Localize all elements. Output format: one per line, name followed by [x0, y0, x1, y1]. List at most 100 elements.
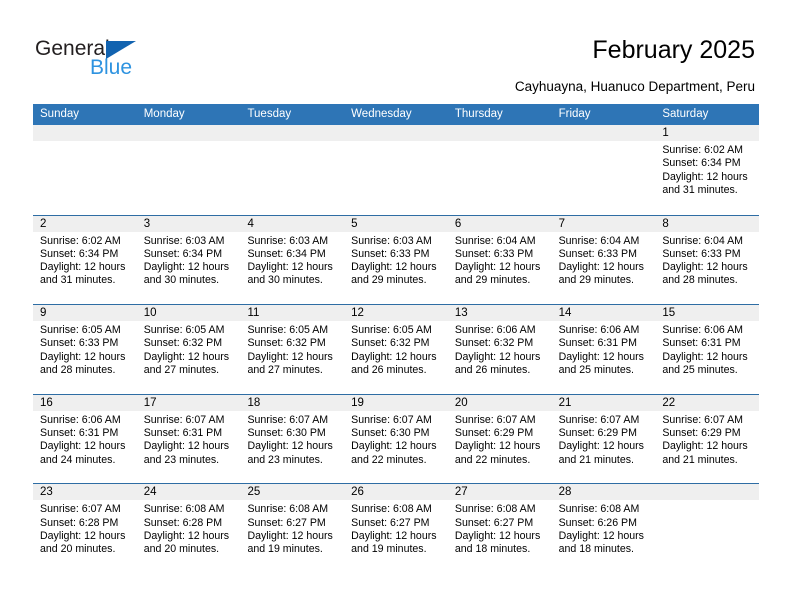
calendar-day-cell[interactable]: 8 Sunrise: 6:04 AM Sunset: 6:33 PM Daylight… [655, 215, 760, 305]
weekday-thursday: Thursday [454, 108, 503, 120]
calendar-day-cell-empty [344, 125, 448, 215]
calendar-day-cell[interactable]: 17 Sunrise: 6:07 AM Sunset: 6:31 PM Dayligh… [136, 394, 241, 484]
weekday-wednesday: Wednesday [351, 108, 412, 120]
sunset-text: Sunset: 6:34 PM [40, 247, 119, 260]
sunrise-text: Sunrise: 6:06 AM [40, 413, 121, 426]
calendar-day-cell[interactable]: 13 Sunrise: 6:06 AM Sunset: 6:32 PM Dayligh… [447, 305, 552, 394]
day-number-band: 25 [240, 484, 345, 501]
calendar-day-cell-empty [655, 484, 760, 573]
sunrise-text: Sunrise: 6:03 AM [351, 234, 432, 247]
sunset-text: Sunset: 6:31 PM [143, 427, 223, 440]
day-sun-info: Sunrise: 6:07 AM Sunset: 6:29 PM Daylight:… [655, 411, 759, 467]
day-number: 8 [662, 217, 669, 230]
day-sun-info: Sunrise: 6:05 AM Sunset: 6:33 PM Daylight:… [33, 321, 137, 377]
sunset-text: Sunset: 6:34 PM [247, 247, 326, 260]
day-number-band [551, 125, 656, 141]
day-sun-info: Sunrise: 6:06 AM Sunset: 6:31 PM Daylight:… [33, 411, 137, 467]
sunset-text: Sunset: 6:27 PM [454, 516, 534, 529]
day-number: 23 [40, 486, 53, 499]
calendar-day-cell[interactable]: 24 Sunrise: 6:08 AM Sunset: 6:28 PM Dayligh… [136, 484, 241, 573]
day-number-band: 18 [240, 394, 345, 411]
sunrise-text: Sunrise: 6:02 AM [40, 234, 121, 247]
calendar-day-cell[interactable]: 15 Sunrise: 6:06 AM Sunset: 6:31 PM Dayligh… [655, 305, 760, 394]
sunrise-text: Sunrise: 6:08 AM [351, 503, 432, 516]
calendar-day-cell[interactable]: 16 Sunrise: 6:06 AM Sunset: 6:31 PM Dayligh… [33, 394, 137, 484]
day-number-band: 12 [344, 305, 448, 322]
day-number: 11 [247, 307, 260, 320]
calendar-day-cell[interactable]: 5 Sunrise: 6:03 AM Sunset: 6:33 PM Daylight… [344, 215, 448, 305]
day-sun-info: Sunrise: 6:06 AM Sunset: 6:31 PM Daylight:… [552, 321, 656, 377]
sunset-text: Sunset: 6:33 PM [40, 337, 119, 350]
page-subtitle-location: Cayhuayna, Huanuco Department, Peru [514, 79, 755, 94]
day-number: 21 [558, 396, 572, 409]
sunset-text: Sunset: 6:28 PM [40, 516, 119, 529]
day-number: 18 [247, 396, 261, 409]
calendar-day-cell[interactable]: 10 Sunrise: 6:05 AM Sunset: 6:32 PM Dayligh… [136, 305, 241, 394]
weekday-tuesday: Tuesday [247, 108, 292, 120]
daylight-text: Daylight: 12 hours and 22 minutes. [351, 440, 437, 466]
day-number: 16 [40, 396, 53, 409]
sunset-text: Sunset: 6:29 PM [454, 427, 534, 440]
day-sun-info: Sunrise: 6:04 AM Sunset: 6:33 PM Daylight:… [448, 232, 552, 288]
day-number: 27 [454, 486, 468, 499]
calendar-day-cell-empty [551, 125, 656, 215]
weekday-sunday: Sunday [40, 108, 80, 120]
calendar-week-row: 23 Sunrise: 6:07 AM Sunset: 6:28 PM Dayligh… [33, 483, 760, 573]
calendar-day-cell[interactable]: 26 Sunrise: 6:08 AM Sunset: 6:27 PM Dayligh… [344, 484, 448, 573]
calendar-day-cell[interactable]: 21 Sunrise: 6:07 AM Sunset: 6:29 PM Dayligh… [551, 394, 656, 484]
day-number-band: 20 [447, 394, 552, 411]
daylight-text: Daylight: 12 hours and 24 minutes. [40, 440, 126, 466]
daylight-text: Daylight: 12 hours and 19 minutes. [247, 529, 333, 556]
day-number: 15 [662, 307, 676, 320]
day-number: 9 [40, 307, 47, 320]
calendar-day-cell[interactable]: 6 Sunrise: 6:04 AM Sunset: 6:33 PM Daylight… [447, 215, 552, 305]
sunrise-text: Sunrise: 6:03 AM [143, 234, 225, 247]
sunset-text: Sunset: 6:33 PM [351, 247, 430, 260]
day-number: 3 [143, 217, 151, 230]
calendar-day-cell[interactable]: 27 Sunrise: 6:08 AM Sunset: 6:27 PM Dayligh… [447, 484, 552, 573]
day-number: 24 [143, 486, 157, 499]
sunrise-text: Sunrise: 6:03 AM [247, 234, 329, 247]
calendar-day-cell[interactable]: 19 Sunrise: 6:07 AM Sunset: 6:30 PM Dayligh… [344, 394, 448, 484]
sunset-text: Sunset: 6:31 PM [40, 427, 119, 440]
calendar-day-cell[interactable]: 22 Sunrise: 6:07 AM Sunset: 6:29 PM Dayligh… [655, 394, 760, 484]
calendar-day-cell[interactable]: 2 Sunrise: 6:02 AM Sunset: 6:34 PM Daylight… [33, 215, 137, 305]
day-number-band: 16 [33, 394, 137, 411]
calendar-day-cell[interactable]: 23 Sunrise: 6:07 AM Sunset: 6:28 PM Dayligh… [33, 484, 137, 573]
calendar-day-cell[interactable]: 20 Sunrise: 6:07 AM Sunset: 6:29 PM Dayligh… [447, 394, 552, 484]
day-number-band: 17 [136, 394, 241, 411]
calendar-day-cell[interactable]: 14 Sunrise: 6:06 AM Sunset: 6:31 PM Dayligh… [551, 305, 656, 394]
sunset-text: Sunset: 6:33 PM [454, 247, 534, 260]
sunrise-text: Sunrise: 6:08 AM [247, 503, 329, 516]
daylight-text: Daylight: 12 hours and 27 minutes. [143, 350, 230, 377]
sunset-text: Sunset: 6:27 PM [351, 516, 430, 529]
daylight-text: Daylight: 12 hours and 25 minutes. [662, 350, 748, 377]
day-sun-info: Sunrise: 6:07 AM Sunset: 6:30 PM Daylight:… [240, 411, 344, 467]
sunset-text: Sunset: 6:26 PM [558, 516, 637, 529]
daylight-text: Daylight: 12 hours and 31 minutes. [662, 170, 748, 196]
sunrise-text: Sunrise: 6:06 AM [558, 324, 640, 337]
calendar-day-cell[interactable]: 1 Sunrise: 6:02 AM Sunset: 6:34 PM Daylight… [655, 125, 760, 215]
daylight-text: Daylight: 12 hours and 23 minutes. [143, 440, 230, 466]
day-sun-info: Sunrise: 6:06 AM Sunset: 6:32 PM Daylight:… [448, 321, 552, 377]
calendar-day-cell[interactable]: 7 Sunrise: 6:04 AM Sunset: 6:33 PM Daylight… [551, 215, 656, 305]
weekday-monday: Monday [143, 108, 185, 120]
day-number: 20 [454, 396, 468, 409]
sunrise-text: Sunrise: 6:04 AM [558, 234, 640, 247]
calendar-day-cell[interactable]: 28 Sunrise: 6:08 AM Sunset: 6:26 PM Dayligh… [551, 484, 656, 573]
day-number-band: 4 [240, 215, 345, 232]
sunrise-text: Sunrise: 6:08 AM [143, 503, 225, 516]
calendar-day-cell[interactable]: 4 Sunrise: 6:03 AM Sunset: 6:34 PM Daylight… [240, 215, 345, 305]
day-number: 19 [351, 396, 364, 409]
calendar-day-cell[interactable]: 9 Sunrise: 6:05 AM Sunset: 6:33 PM Daylight… [33, 305, 137, 394]
daylight-text: Daylight: 12 hours and 28 minutes. [40, 350, 126, 377]
day-sun-info: Sunrise: 6:04 AM Sunset: 6:33 PM Daylight:… [655, 232, 759, 288]
calendar-day-cell[interactable]: 3 Sunrise: 6:03 AM Sunset: 6:34 PM Daylight… [136, 215, 241, 305]
calendar-day-cell[interactable]: 12 Sunrise: 6:05 AM Sunset: 6:32 PM Dayligh… [344, 305, 448, 394]
calendar-day-cell[interactable]: 25 Sunrise: 6:08 AM Sunset: 6:27 PM Dayligh… [240, 484, 345, 573]
calendar-day-cell[interactable]: 11 Sunrise: 6:05 AM Sunset: 6:32 PM Dayligh… [240, 305, 345, 394]
calendar-day-cell[interactable]: 18 Sunrise: 6:07 AM Sunset: 6:30 PM Dayligh… [240, 394, 345, 484]
daylight-text: Daylight: 12 hours and 30 minutes. [247, 261, 333, 287]
page-header: General Blue February 2025 Cayhuayna, Hu… [0, 0, 792, 100]
day-number-band: 23 [33, 484, 137, 501]
